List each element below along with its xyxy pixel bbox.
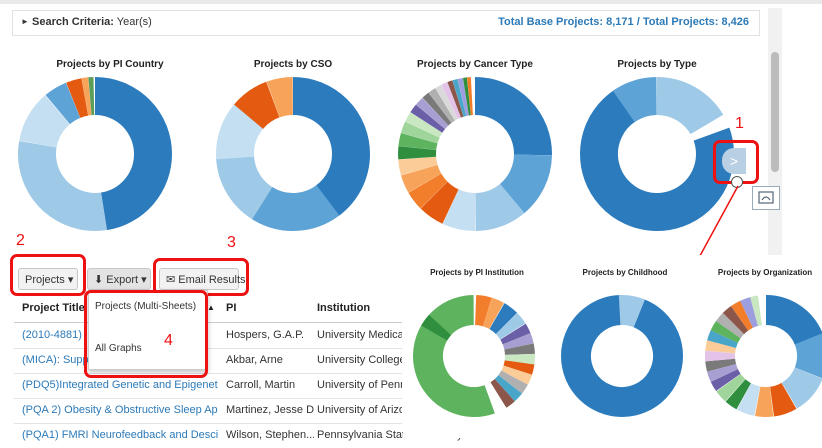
institution-name: University College: [317, 354, 402, 366]
export-button-label: Export: [106, 274, 139, 286]
pi-name: Wilson, Stephen...: [226, 429, 314, 441]
search-criteria-value: Year(s): [116, 16, 152, 28]
institution-name: University of Penns: [317, 379, 402, 391]
top-strip: [0, 0, 822, 4]
export-dropdown-button[interactable]: ⬇ Export ▾: [87, 268, 151, 290]
pi-name: Carroll, Martin: [226, 379, 296, 391]
caret-right-icon: ►: [21, 17, 29, 26]
table-row[interactable]: (PQA 2) Obesity & Obstructive Sleep Ap..…: [14, 398, 402, 424]
donut-chart-childhood[interactable]: [556, 276, 686, 438]
table-row[interactable]: (PDQ5)Integrated Genetic and Epigeneti..…: [14, 373, 402, 399]
project-title-link[interactable]: (PQA 2) Obesity & Obstructive Sleep Ap..…: [22, 404, 218, 416]
sort-up-icon[interactable]: ▲: [207, 303, 215, 312]
fullscreen-icon[interactable]: [752, 186, 780, 210]
table-row[interactable]: (2010-4881) ... Hospers, G.A.P. Universi…: [14, 323, 402, 349]
donut-chart-cancer-type[interactable]: [380, 74, 570, 234]
donut-chart-organization[interactable]: [700, 276, 822, 438]
annotation-box-2: [10, 254, 86, 296]
pi-name: Hospers, G.A.P.: [226, 329, 305, 341]
total-projects-count: Total Base Projects: 8,171 / Total Proje…: [498, 16, 749, 28]
annotation-number-3: 3: [227, 234, 236, 251]
annotation-number-4: 4: [164, 332, 173, 349]
annotation-number-1: 1: [735, 115, 744, 132]
column-header-project-title[interactable]: Project Title: [22, 302, 85, 314]
pi-name: Martinez, Jesse D.: [226, 404, 314, 416]
download-icon: ⬇: [94, 274, 104, 286]
institution-name: University of Arizo: [317, 404, 402, 416]
project-title-link[interactable]: (PQA1) FMRI Neurofeedback and Descis...: [22, 429, 218, 441]
annotation-box-4: [84, 290, 208, 378]
chart-title-cancer-type: Projects by Cancer Type: [417, 59, 533, 70]
project-title-link[interactable]: (PDQ5)Integrated Genetic and Epigeneti..…: [22, 379, 218, 391]
donut-chart-pi-country[interactable]: [0, 74, 190, 234]
search-criteria-text: Search Criteria: Year(s): [32, 16, 152, 28]
pi-name: Akbar, Arne: [226, 354, 283, 366]
annotation-number-2: 2: [16, 232, 25, 249]
search-criteria-bar[interactable]: ► Search Criteria: Year(s) Total Base Pr…: [12, 10, 760, 36]
chart-title-pi-country: Projects by PI Country: [56, 59, 164, 70]
table-header-row: Project Title ▲ PI Institution: [14, 296, 402, 323]
scrollbar-thumb[interactable]: [771, 52, 779, 172]
column-header-institution[interactable]: Institution: [317, 302, 370, 314]
chart-title-type: Projects by Type: [617, 59, 697, 70]
donut-chart-cso[interactable]: [198, 74, 388, 234]
table-row[interactable]: (MICA): Supp Akbar, Arne University Coll…: [14, 348, 402, 374]
column-header-pi[interactable]: PI: [226, 302, 236, 314]
search-criteria-label: Search Criteria:: [32, 16, 114, 28]
chart-title-cso: Projects by CSO: [253, 59, 333, 70]
donut-chart-pi-institution[interactable]: [408, 276, 538, 438]
institution-name: University Medical: [317, 329, 402, 341]
caret-down-icon: ▾: [141, 274, 147, 286]
